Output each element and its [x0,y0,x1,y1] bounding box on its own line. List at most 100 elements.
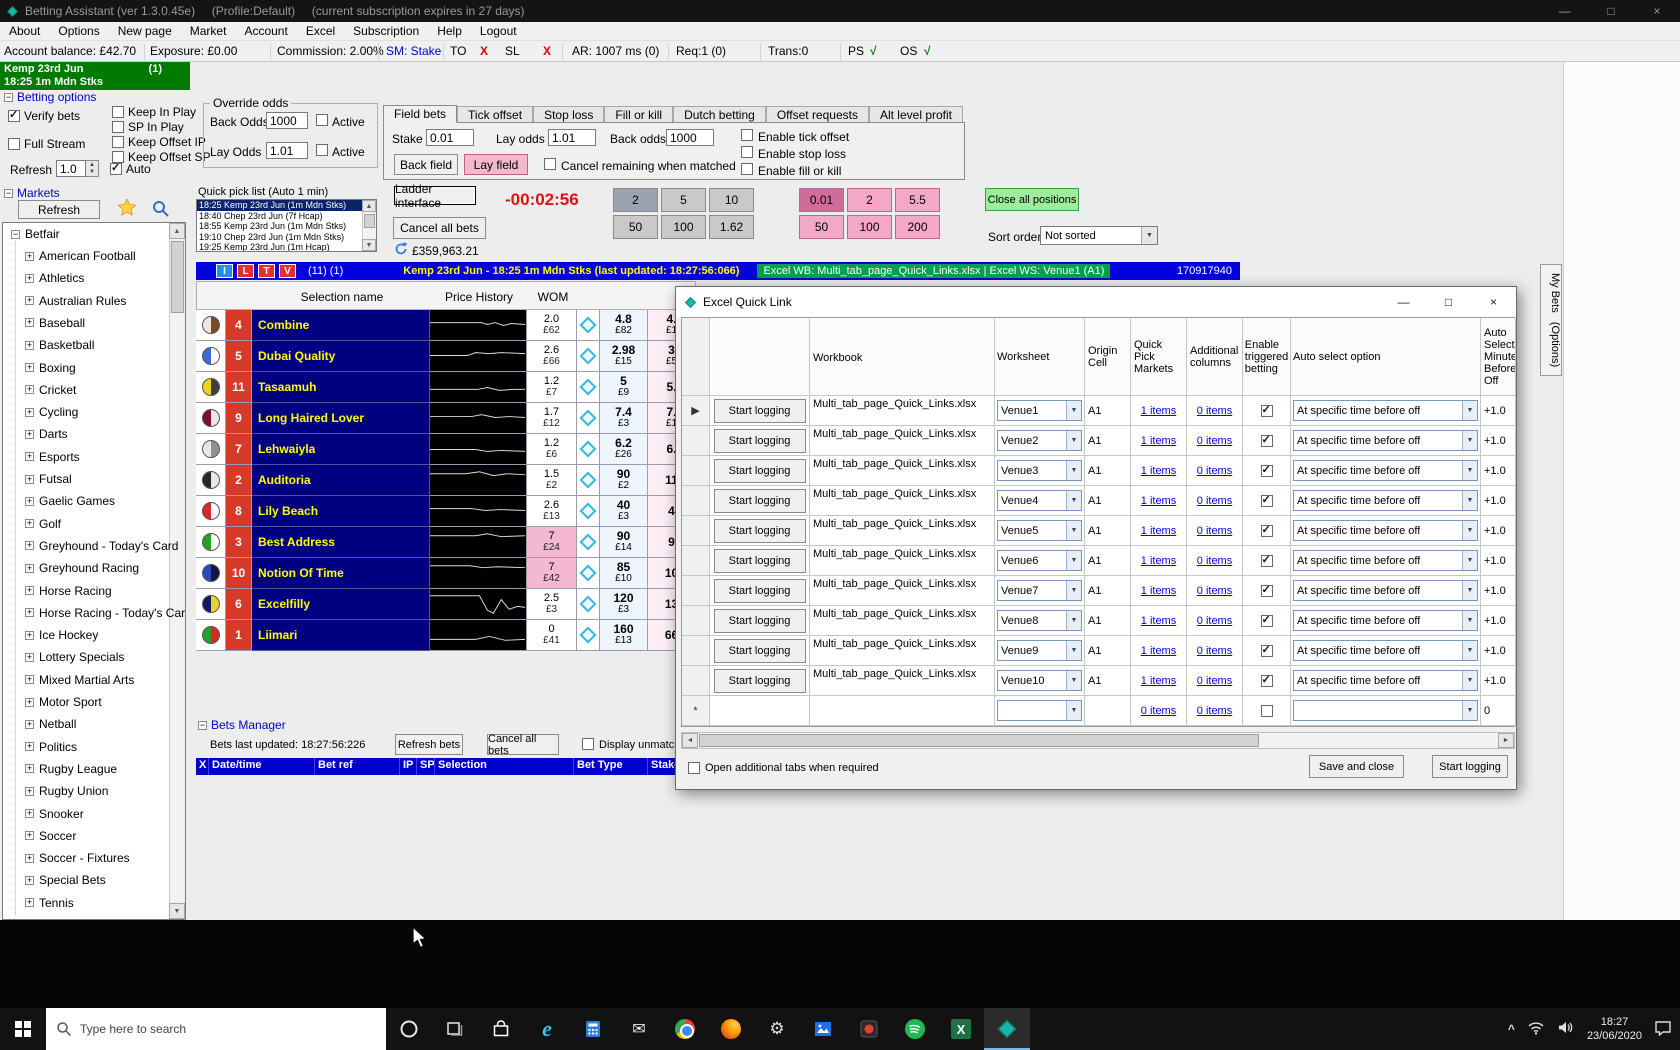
tree-item-cricket[interactable]: +Cricket [25,383,76,397]
quick-pick-item[interactable]: 18:55 Kemp 23rd Jun (1m Mdn Stks) [197,221,376,232]
lay-odds-input[interactable]: 1.01 [266,142,308,159]
expand-icon[interactable]: + [25,742,34,751]
lay-stake-0.01[interactable]: 0.01 [799,188,844,212]
close-all-positions-button[interactable]: Close all positions [985,188,1079,211]
menu-account[interactable]: Account [235,22,296,40]
expand-icon[interactable]: + [25,764,34,773]
scrollbar-thumb[interactable] [171,241,184,313]
enable-triggered-checkbox[interactable] [1261,585,1273,597]
scroll-up-icon[interactable]: ▲ [362,200,376,212]
tree-item-greyhound-today-s-card[interactable]: +Greyhound - Today's Card [25,539,178,553]
tree-item-esports[interactable]: +Esports [25,450,80,464]
spinner-arrows-icon[interactable]: ▲▼ [86,160,99,177]
fb-lay-odds-input[interactable]: 1.01 [548,129,596,146]
tree-item-cycling[interactable]: +Cycling [25,405,78,419]
edge-icon[interactable]: e [524,1008,570,1050]
expand-icon[interactable]: + [25,318,34,327]
worksheet-select[interactable]: Venue2 [997,430,1082,451]
expand-icon[interactable]: + [25,430,34,439]
auto-select-option[interactable]: At specific time before off [1293,490,1478,511]
enable-triggered-checkbox[interactable] [1261,705,1273,717]
expand-icon[interactable]: + [25,341,34,350]
volume-icon[interactable] [1557,1020,1575,1038]
selection-name[interactable]: Auditoria [252,465,430,496]
sort-order-select[interactable]: Not sorted ▼ [1040,226,1158,245]
back-price-cell[interactable]: 2.98£15 [600,341,648,372]
menu-options[interactable]: Options [49,22,108,40]
expand-icon[interactable]: + [25,698,34,707]
tree-item-greyhound-racing[interactable]: +Greyhound Racing [25,561,139,575]
back-price-cell[interactable]: 5£9 [600,372,648,403]
back-field-button[interactable]: Back field [394,154,458,175]
enable-triggered-checkbox[interactable] [1261,525,1273,537]
enable-triggered-checkbox[interactable] [1261,555,1273,567]
start-logging-button[interactable]: Start logging [714,519,806,543]
open-additional-tabs-checkbox[interactable] [688,762,700,774]
tree-item-mixed-martial-arts[interactable]: +Mixed Martial Arts [25,673,134,687]
wom-cell[interactable]: 2.6£13 [527,496,577,527]
back-stake-5[interactable]: 5 [661,188,706,212]
back-stake-10[interactable]: 10 [709,188,754,212]
chevron-down-icon[interactable] [1066,671,1081,690]
scroll-down-icon[interactable]: ▼ [169,903,185,919]
market-tree-scrollbar[interactable]: ▲ ▼ [169,223,185,919]
tree-item-futsal[interactable]: +Futsal [25,472,72,486]
chevron-down-icon[interactable] [1462,641,1477,660]
chevron-down-icon[interactable] [1066,551,1081,570]
quick-pick-markets-link[interactable]: 1 items [1141,675,1176,687]
start-logging-button[interactable]: Start logging [714,429,806,453]
minimize-icon[interactable]: — [1542,0,1588,22]
view-tab-t[interactable]: T [258,264,275,278]
scroll-down-icon[interactable]: ▼ [362,239,376,251]
mail-icon[interactable]: ✉ [616,1008,662,1050]
menu-excel[interactable]: Excel [297,22,344,40]
expand-icon[interactable]: + [25,408,34,417]
chevron-down-icon[interactable] [1066,521,1081,540]
tree-item-darts[interactable]: +Darts [25,427,68,441]
additional-columns-link[interactable]: 0 items [1197,675,1232,687]
tab-field-bets[interactable]: Field bets [383,105,457,123]
quick-pick-markets-link[interactable]: 1 items [1141,495,1176,507]
back-price-cell[interactable]: 120£3 [600,589,648,620]
quick-pick-item[interactable]: 19:10 Chep 23rd Jun (1m Mdn Stks) [197,232,376,243]
scroll-right-icon[interactable]: ► [1498,733,1514,748]
back-price-cell[interactable]: 40£3 [600,496,648,527]
wom-cell[interactable]: 1.7£12 [527,403,577,434]
chevron-down-icon[interactable] [1066,581,1081,600]
quick-pick-scrollbar[interactable]: ▲ ▼ [362,200,376,251]
back-stake-1.62[interactable]: 1.62 [709,215,754,239]
maximize-icon[interactable]: □ [1426,287,1471,317]
chevron-down-icon[interactable] [1462,611,1477,630]
additional-columns-link[interactable]: 0 items [1197,525,1232,537]
tree-item-lottery-specials[interactable]: +Lottery Specials [25,650,124,664]
expand-icon[interactable]: + [25,363,34,372]
tree-item-soccer[interactable]: +Soccer [25,829,76,843]
auto-select-option[interactable]: At specific time before off [1293,550,1478,571]
refresh-rate-value[interactable]: 1.0 [56,160,86,177]
collapse-icon[interactable]: − [4,93,13,102]
keep-in-play-checkbox[interactable] [112,106,124,118]
start-logging-button[interactable]: Start logging [714,459,806,483]
quick-pick-markets-link[interactable]: 1 items [1141,525,1176,537]
display-unmatched-checkbox[interactable] [582,738,594,750]
worksheet-select[interactable]: Venue4 [997,490,1082,511]
lay-stake-100[interactable]: 100 [847,215,892,239]
taskbar-search-input[interactable]: Type here to search [46,1008,386,1050]
scrollbar-thumb[interactable] [699,734,1259,747]
cancel-all-bets-button[interactable]: Cancel all bets [393,217,486,239]
tree-item-tennis[interactable]: +Tennis [25,896,74,910]
quick-pick-item[interactable]: 19:25 Kemp 23rd Jun (1m Hcap) [197,242,376,252]
tree-item-american-football[interactable]: +American Football [25,249,136,263]
worksheet-select[interactable]: Venue6 [997,550,1082,571]
tab-dutch-betting[interactable]: Dutch betting [673,106,766,123]
worksheet-select[interactable]: Venue3 [997,460,1082,481]
expand-icon[interactable]: + [25,854,34,863]
cancel-remaining-checkbox[interactable] [544,158,556,170]
expand-icon[interactable]: + [25,252,34,261]
additional-columns-link[interactable]: 0 items [1197,495,1232,507]
firefox-icon[interactable] [708,1008,754,1050]
selection-name[interactable]: Tasaamuh [252,372,430,403]
chevron-down-icon[interactable] [1066,491,1081,510]
spotify-icon[interactable] [892,1008,938,1050]
additional-columns-link[interactable]: 0 items [1197,465,1232,477]
